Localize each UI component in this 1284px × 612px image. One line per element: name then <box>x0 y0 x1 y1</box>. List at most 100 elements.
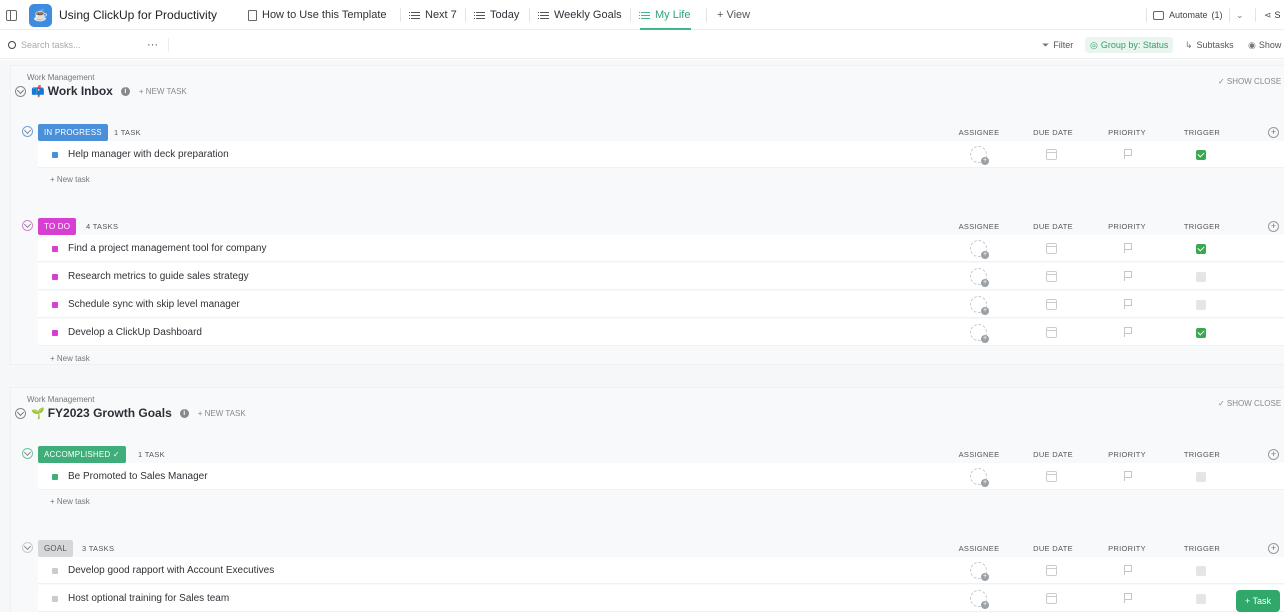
table-row[interactable]: Find a project management tool for compa… <box>38 235 1284 262</box>
assignee-icon[interactable] <box>970 268 989 287</box>
add-column-icon[interactable]: + <box>1268 221 1279 232</box>
trigger-checkbox[interactable] <box>1196 328 1206 338</box>
trigger-checkbox[interactable] <box>1196 472 1206 482</box>
calendar-icon[interactable] <box>1046 271 1057 282</box>
new-task-link[interactable]: + NEW TASK <box>139 87 187 96</box>
column-trigger[interactable]: TRIGGER <box>1172 128 1232 137</box>
flag-icon[interactable] <box>1124 327 1132 337</box>
new-task-link[interactable]: + NEW TASK <box>198 409 246 418</box>
collapse-icon[interactable] <box>22 448 33 459</box>
table-row[interactable]: Schedule sync with skip level manager <box>38 291 1284 318</box>
assignee-icon[interactable] <box>970 562 989 581</box>
assignee-icon[interactable] <box>970 590 989 609</box>
status-dot[interactable] <box>52 474 58 480</box>
column-assignee[interactable]: ASSIGNEE <box>949 128 1009 137</box>
new-task-button[interactable]: + New task <box>50 175 90 184</box>
column-priority[interactable]: PRIORITY <box>1097 128 1157 137</box>
search-input[interactable]: Search tasks... <box>21 31 81 59</box>
flag-icon[interactable] <box>1124 299 1132 309</box>
flag-icon[interactable] <box>1124 471 1132 481</box>
status-dot[interactable] <box>52 330 58 336</box>
column-due-date[interactable]: DUE DATE <box>1023 128 1083 137</box>
add-column-icon[interactable]: + <box>1268 449 1279 460</box>
calendar-icon[interactable] <box>1046 471 1057 482</box>
calendar-icon[interactable] <box>1046 299 1057 310</box>
collapse-icon[interactable] <box>15 407 26 419</box>
column-trigger[interactable]: TRIGGER <box>1172 222 1232 231</box>
flag-icon[interactable] <box>1124 149 1132 159</box>
calendar-icon[interactable] <box>1046 593 1057 604</box>
column-assignee[interactable]: ASSIGNEE <box>949 544 1009 553</box>
column-trigger[interactable]: TRIGGER <box>1172 544 1232 553</box>
status-dot[interactable] <box>52 152 58 158</box>
status-dot[interactable] <box>52 568 58 574</box>
trigger-checkbox[interactable] <box>1196 300 1206 310</box>
table-row[interactable]: Help manager with deck preparation <box>38 141 1284 168</box>
automate-button[interactable]: Automate (1) <box>1153 0 1223 30</box>
trigger-checkbox[interactable] <box>1196 244 1206 254</box>
column-assignee[interactable]: ASSIGNEE <box>949 222 1009 231</box>
task-name[interactable]: Develop good rapport with Account Execut… <box>68 565 274 576</box>
more-options-icon[interactable]: ··· <box>147 31 158 59</box>
tab-weekly-goals[interactable]: Weekly Goals <box>538 0 622 30</box>
status-pill[interactable]: GOAL <box>38 540 74 557</box>
flag-icon[interactable] <box>1124 565 1132 575</box>
info-icon[interactable]: i <box>179 408 189 418</box>
task-name[interactable]: Find a project management tool for compa… <box>68 243 266 254</box>
collapse-icon[interactable] <box>22 126 33 137</box>
status-pill[interactable]: IN PROGRESS <box>38 124 108 141</box>
assignee-icon[interactable] <box>970 324 989 343</box>
assignee-icon[interactable] <box>970 146 989 165</box>
task-name[interactable]: Be Promoted to Sales Manager <box>68 471 208 482</box>
assignee-icon[interactable] <box>970 240 989 259</box>
column-trigger[interactable]: TRIGGER <box>1172 450 1232 459</box>
tab-how-to-use[interactable]: How to Use this Template <box>248 0 387 30</box>
calendar-icon[interactable] <box>1046 565 1057 576</box>
task-name[interactable]: Help manager with deck preparation <box>68 149 229 160</box>
flag-icon[interactable] <box>1124 593 1132 603</box>
trigger-checkbox[interactable] <box>1196 594 1206 604</box>
status-dot[interactable] <box>52 596 58 602</box>
table-row[interactable]: Be Promoted to Sales Manager <box>38 463 1284 490</box>
add-column-icon[interactable]: + <box>1268 127 1279 138</box>
filter-button[interactable]: ⏷ Filter <box>1042 31 1073 59</box>
tab-next-7[interactable]: Next 7 <box>409 0 457 30</box>
column-due-date[interactable]: DUE DATE <box>1023 450 1083 459</box>
status-pill[interactable]: ACCOMPLISHED ✓ <box>38 446 126 463</box>
show-closed-button[interactable]: ✓ SHOW CLOSE <box>1218 77 1281 86</box>
column-due-date[interactable]: DUE DATE <box>1023 222 1083 231</box>
info-icon[interactable]: i <box>120 86 130 96</box>
new-task-button[interactable]: + New task <box>50 497 90 506</box>
collapse-icon[interactable] <box>15 85 26 97</box>
group-by-button[interactable]: ◎ Group by: Status <box>1085 37 1174 53</box>
trigger-checkbox[interactable] <box>1196 566 1206 576</box>
column-priority[interactable]: PRIORITY <box>1097 222 1157 231</box>
add-column-icon[interactable]: + <box>1268 543 1279 554</box>
status-dot[interactable] <box>52 274 58 280</box>
new-task-button[interactable]: + New task <box>50 354 90 363</box>
column-priority[interactable]: PRIORITY <box>1097 544 1157 553</box>
calendar-icon[interactable] <box>1046 149 1057 160</box>
calendar-icon[interactable] <box>1046 243 1057 254</box>
flag-icon[interactable] <box>1124 271 1132 281</box>
task-name[interactable]: Schedule sync with skip level manager <box>68 299 240 310</box>
sidebar-toggle-icon[interactable] <box>6 0 17 30</box>
table-row[interactable]: Develop good rapport with Account Execut… <box>38 557 1284 584</box>
add-task-button[interactable]: + Task <box>1236 590 1280 612</box>
status-dot[interactable] <box>52 302 58 308</box>
chevron-down-icon[interactable]: ⌄ <box>1236 0 1244 30</box>
assignee-icon[interactable] <box>970 296 989 315</box>
calendar-icon[interactable] <box>1046 327 1057 338</box>
collapse-icon[interactable] <box>22 220 33 231</box>
assignee-icon[interactable] <box>970 468 989 487</box>
table-row[interactable]: Host optional training for Sales team <box>38 585 1284 612</box>
share-button[interactable]: ⋖ S <box>1264 0 1281 30</box>
task-name[interactable]: Research metrics to guide sales strategy <box>68 271 249 282</box>
subtasks-button[interactable]: ↳ Subtasks <box>1185 31 1234 59</box>
column-assignee[interactable]: ASSIGNEE <box>949 450 1009 459</box>
status-dot[interactable] <box>52 246 58 252</box>
table-row[interactable]: Research metrics to guide sales strategy <box>38 263 1284 290</box>
column-due-date[interactable]: DUE DATE <box>1023 544 1083 553</box>
trigger-checkbox[interactable] <box>1196 150 1206 160</box>
collapse-icon[interactable] <box>22 542 33 553</box>
